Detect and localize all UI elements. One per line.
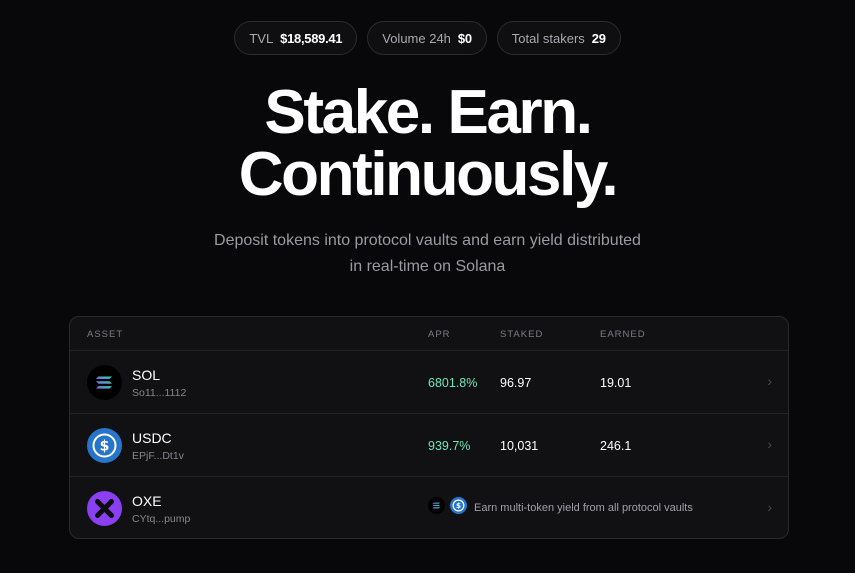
stat-value: 29: [591, 30, 606, 46]
staked-value: 10,031: [500, 439, 539, 453]
stat-stakers: Total stakers 29: [496, 21, 621, 55]
chevron-right-icon: ›: [767, 499, 772, 515]
multi-token-yield: $ Earn multi-token yield from all protoc…: [428, 497, 693, 519]
svg-text:$: $: [456, 501, 461, 510]
hero-line-2: Continuously.: [238, 140, 619, 209]
asset-name: USDC: [132, 430, 172, 446]
header-staked: STAKED: [500, 329, 544, 340]
stat-value: $18,589.41: [280, 30, 343, 46]
stat-volume: Volume 24h $0: [367, 21, 487, 55]
chevron-right-icon: ›: [767, 436, 772, 452]
subtitle-line-2: in real-time on Solana: [349, 258, 506, 275]
oxe-icon: [87, 491, 122, 526]
chevron-right-icon: ›: [767, 373, 772, 389]
earned-value: 246.1: [600, 439, 632, 453]
table-header: ASSET APR STAKED EARNED: [70, 317, 788, 351]
staked-value: 96.97: [500, 376, 532, 390]
vaults-table: ASSET APR STAKED EARNED SOL So11...1112: [69, 316, 789, 539]
asset-address: CYtq...pump: [132, 513, 191, 525]
asset-address: So11...1112: [132, 387, 187, 399]
svg-text:$: $: [100, 439, 110, 455]
subtitle-line-1: Deposit tokens into protocol vaults and …: [214, 232, 641, 249]
usdc-icon: $: [87, 428, 122, 463]
hero-line-1: Stake. Earn.: [264, 78, 593, 147]
stats-bar: TVL $18,589.41 Volume 24h $0 Total stake…: [0, 21, 855, 55]
stat-label: TVL: [249, 30, 274, 46]
stat-label: Volume 24h: [382, 30, 451, 46]
hero-subtitle: Deposit tokens into protocol vaults and …: [0, 228, 855, 280]
asset-address: EPjF...Dt1v: [132, 450, 184, 462]
apr-value: 939.7%: [428, 439, 471, 453]
stat-tvl: TVL $18,589.41: [234, 21, 358, 55]
earned-value: 19.01: [600, 376, 632, 390]
multi-yield-text: Earn multi-token yield from all protocol…: [474, 502, 693, 514]
asset-name: SOL: [132, 367, 161, 383]
solana-icon: [87, 365, 122, 400]
hero-title: Stake. Earn. Continuously.: [0, 82, 855, 206]
table-row-usdc[interactable]: $ USDC EPjF...Dt1v 939.7% 10,031 246.1 ›: [70, 414, 788, 477]
header-earned: EARNED: [600, 329, 646, 340]
stat-value: $0: [457, 30, 472, 46]
table-row-sol[interactable]: SOL So11...1112 6801.8% 96.97 19.01 ›: [70, 351, 788, 414]
usdc-icon: $: [450, 497, 467, 519]
solana-icon: [428, 497, 445, 519]
table-row-oxe[interactable]: OXE CYtq...pump $ Earn multi-token yield…: [70, 477, 788, 538]
header-apr: APR: [428, 329, 451, 340]
asset-name: OXE: [132, 493, 162, 509]
stat-label: Total stakers: [511, 30, 585, 46]
header-asset: ASSET: [87, 329, 124, 340]
apr-value: 6801.8%: [428, 376, 478, 390]
